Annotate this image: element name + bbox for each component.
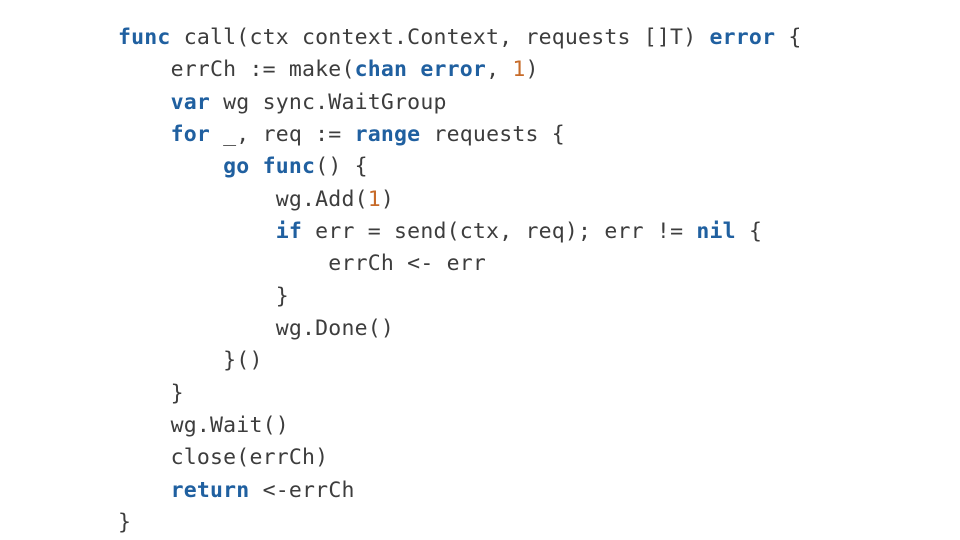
code-token: call(ctx context.Context, requests []T) [171, 25, 710, 50]
code-token: requests { [420, 122, 565, 147]
code-content: func call(ctx context.Context, requests … [118, 25, 802, 535]
code-token: } [118, 510, 131, 535]
code-block: func call(ctx context.Context, requests … [0, 0, 960, 540]
code-token: wg.Add( [118, 187, 368, 212]
code-token: range [355, 122, 421, 147]
code-token: error [710, 25, 776, 50]
code-token: }() [118, 348, 263, 373]
code-token: if [276, 219, 302, 244]
code-token [249, 154, 262, 179]
code-token: error [420, 57, 486, 82]
code-token: nil [696, 219, 735, 244]
code-token: chan [355, 57, 408, 82]
code-token: { [775, 25, 801, 50]
code-token: return [171, 478, 250, 503]
code-token [118, 478, 171, 503]
code-token: ) [381, 187, 394, 212]
code-token: err = send(ctx, req); err != [302, 219, 696, 244]
code-token: } [118, 284, 289, 309]
code-token: errCh := make( [118, 57, 355, 82]
code-token: go [223, 154, 249, 179]
code-token [407, 57, 420, 82]
code-token: 1 [368, 187, 381, 212]
code-token: <-errCh [249, 478, 354, 503]
code-token: } [118, 381, 184, 406]
code-token: _, req := [210, 122, 355, 147]
code-token: for [171, 122, 210, 147]
code-token: var [171, 90, 210, 115]
code-token [118, 122, 171, 147]
code-token: func [118, 25, 171, 50]
code-token: func [263, 154, 316, 179]
code-token: close(errCh) [118, 445, 328, 470]
code-token: ) [526, 57, 539, 82]
code-token: wg sync.WaitGroup [210, 90, 447, 115]
code-token: { [736, 219, 762, 244]
code-token: 1 [512, 57, 525, 82]
code-token: errCh <- err [118, 251, 486, 276]
code-token: , [486, 57, 512, 82]
code-token: wg.Wait() [118, 413, 289, 438]
code-token [118, 154, 223, 179]
code-token: wg.Done() [118, 316, 394, 341]
code-token [118, 219, 276, 244]
code-token: () { [315, 154, 368, 179]
code-token [118, 90, 171, 115]
